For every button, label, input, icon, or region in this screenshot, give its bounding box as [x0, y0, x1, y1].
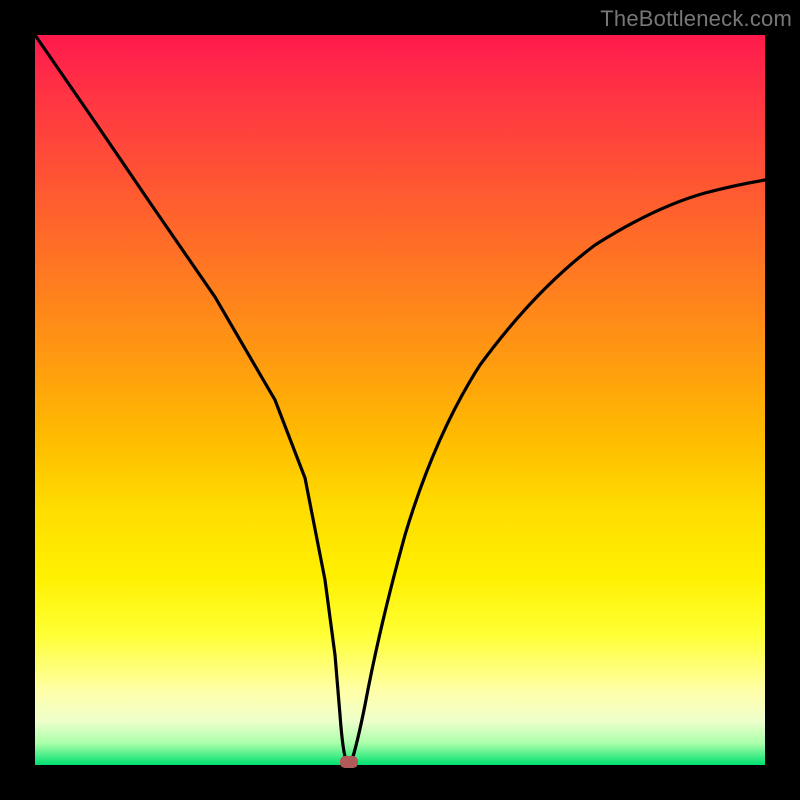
curve-right-branch: [351, 180, 765, 763]
watermark-text: TheBottleneck.com: [600, 6, 792, 32]
curve-left-branch: [35, 35, 347, 763]
bottleneck-curve: [35, 35, 765, 765]
optimum-marker: [340, 756, 358, 768]
chart-frame: TheBottleneck.com: [0, 0, 800, 800]
